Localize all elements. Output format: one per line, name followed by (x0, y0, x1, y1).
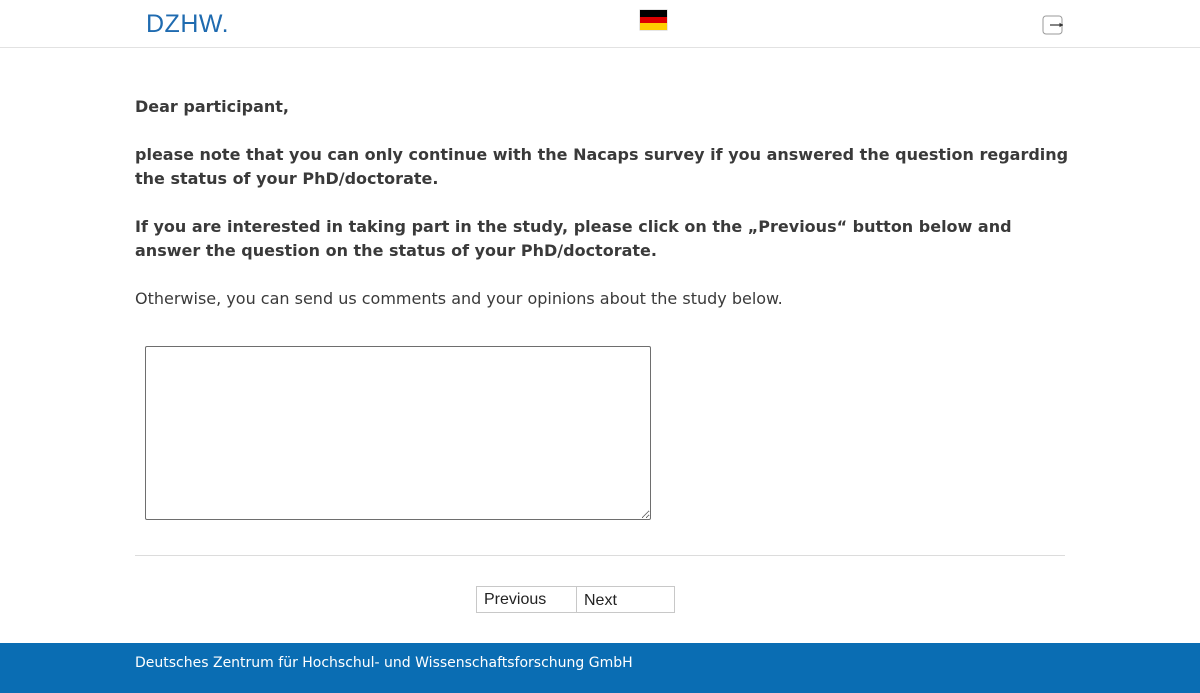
germany-flag-icon[interactable] (640, 10, 667, 31)
dzhw-logo[interactable]: DZHW. (146, 11, 229, 37)
footer-organization-text: Deutsches Zentrum für Hochschul- und Wis… (135, 655, 633, 671)
greeting-text: Dear participant, (135, 97, 289, 116)
status-notice-text: please note that you can only continue w… (135, 145, 1069, 188)
footer-bar: Deutsches Zentrum für Hochschul- und Wis… (0, 643, 1200, 693)
previous-instruction-text: If you are interested in taking part in … (135, 217, 1012, 260)
divider-line (135, 555, 1065, 556)
navigation-buttons: Previous Next (476, 586, 675, 613)
header-bar: DZHW. (0, 0, 1200, 48)
logout-icon[interactable] (1042, 14, 1064, 36)
message-content: Dear participant, please note that you c… (135, 95, 1070, 335)
comments-textarea[interactable] (145, 346, 651, 520)
previous-button[interactable]: Previous (476, 586, 576, 613)
next-button[interactable]: Next (576, 586, 675, 613)
comments-invitation-text: Otherwise, you can send us comments and … (135, 289, 783, 308)
